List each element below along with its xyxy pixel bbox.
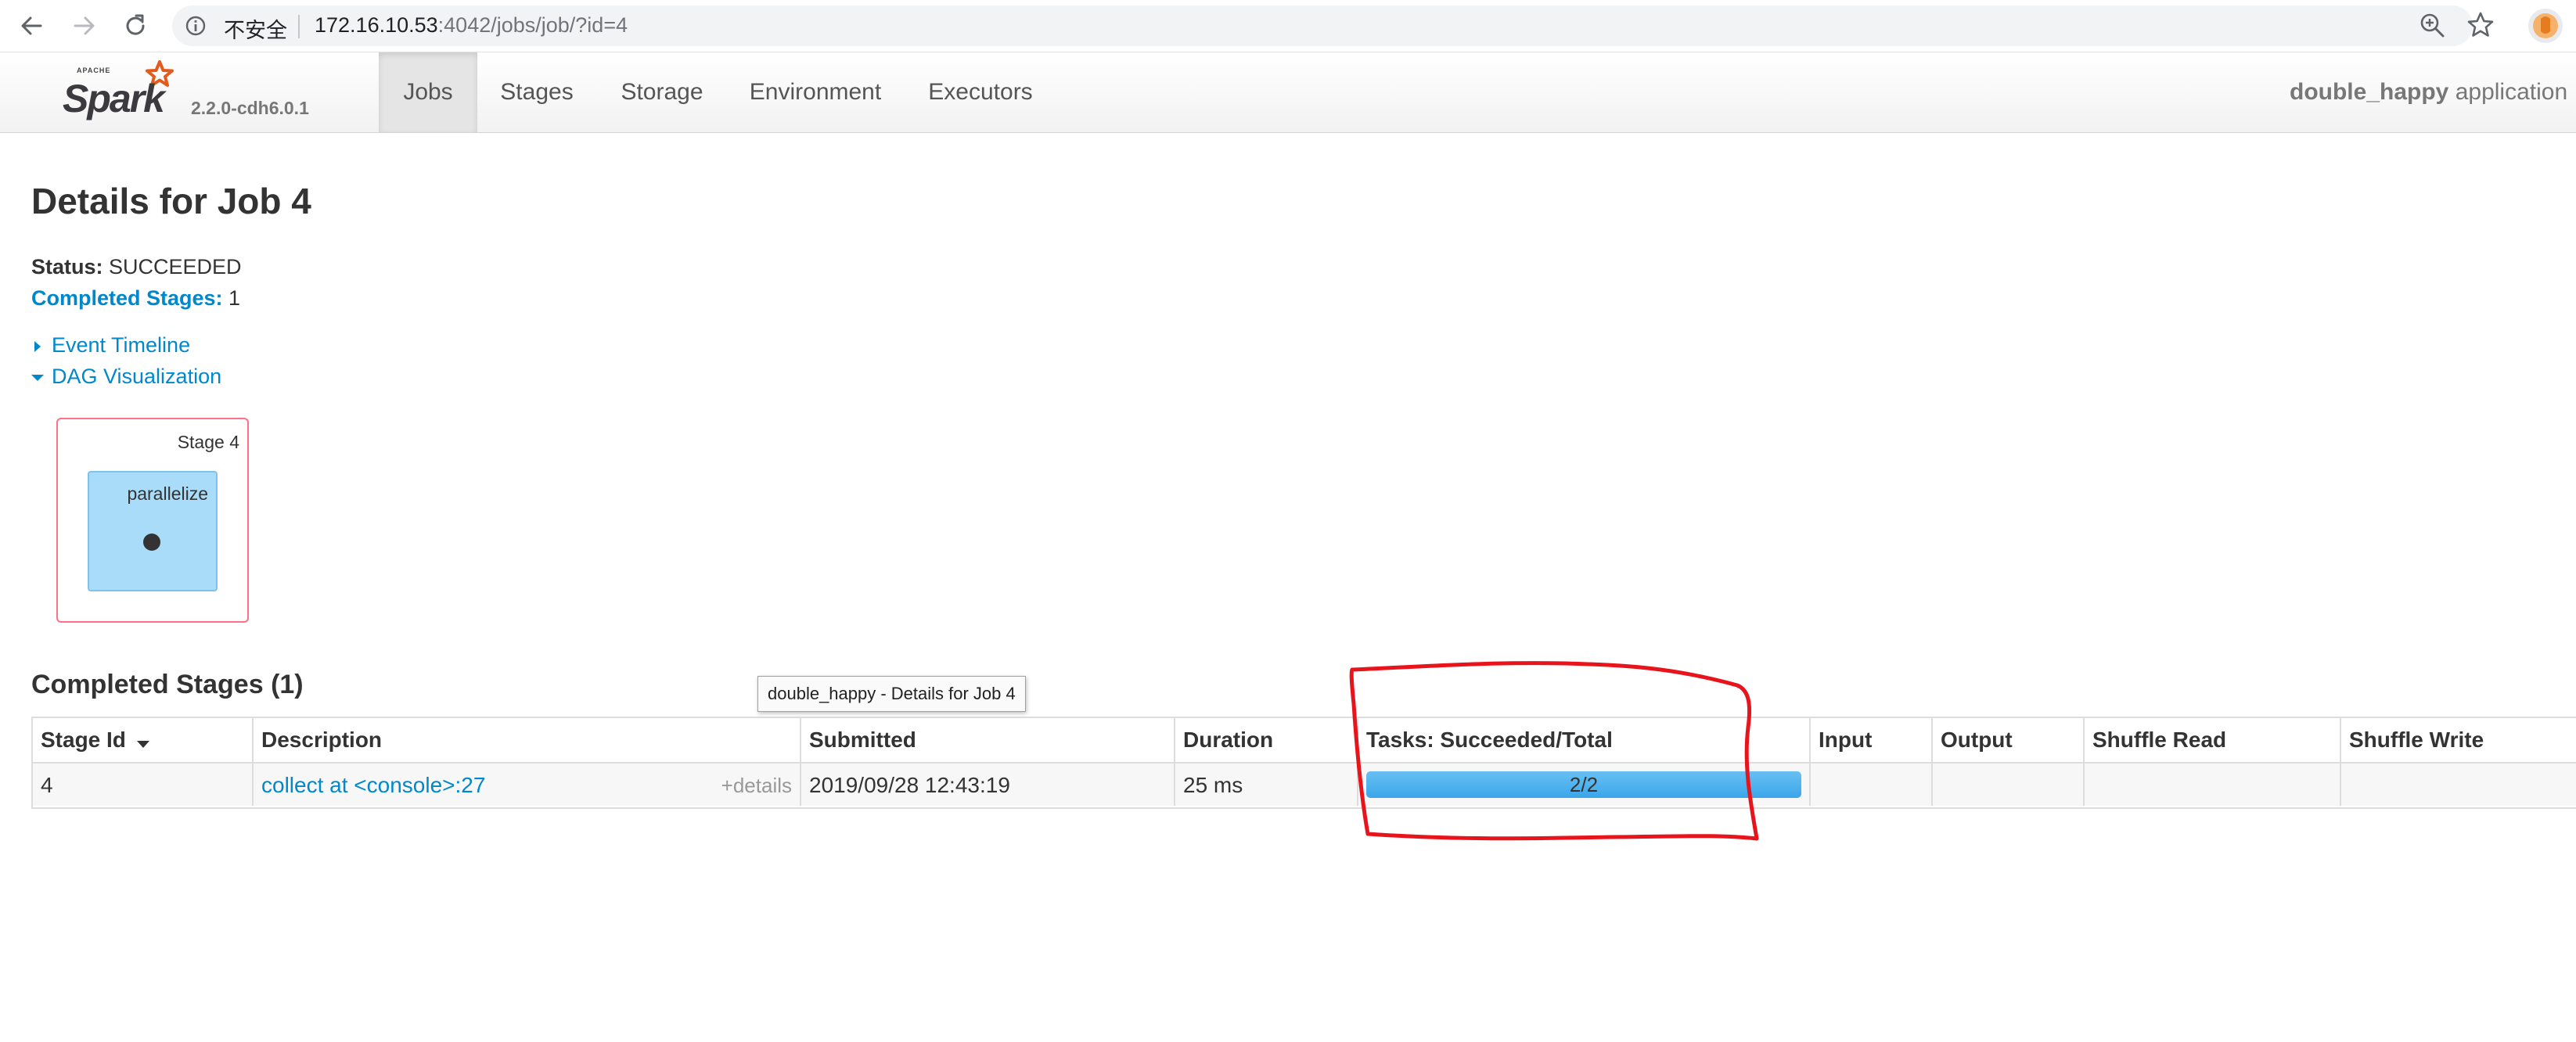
url-separator	[298, 15, 300, 38]
header-shuffle-write[interactable]: Shuffle Write	[2341, 718, 2576, 762]
dag-stage-label: Stage 4	[177, 432, 239, 452]
caret-right-icon	[31, 340, 44, 353]
caret-down-icon	[31, 372, 44, 384]
browser-toolbar: 不安全 172.16.10.53:4042/jobs/job/?id=4	[0, 0, 2576, 52]
job-status: Status: SUCCEEDED	[31, 255, 242, 279]
security-label: 不安全	[224, 19, 287, 42]
application-title: double_happy application	[2290, 52, 2567, 132]
forward-icon[interactable]	[64, 6, 103, 45]
status-value: SUCCEEDED	[103, 255, 242, 278]
cell-output	[1933, 762, 2085, 806]
header-output[interactable]: Output	[1933, 718, 2085, 762]
dag-visualization-label: DAG Visualization	[52, 365, 222, 388]
sort-descending-icon[interactable]	[136, 720, 149, 764]
header-shuffle-read[interactable]: Shuffle Read	[2085, 718, 2341, 762]
svg-text:Spark: Spark	[63, 77, 167, 120]
cell-shuffle-read	[2085, 762, 2341, 806]
dag-rdd-box[interactable]: parallelize	[88, 471, 218, 591]
event-timeline-label: Event Timeline	[52, 333, 191, 357]
completed-stages-title: Completed Stages (1)	[31, 670, 304, 699]
completed-stages-table: Stage Id Description Submitted Duration …	[31, 717, 2576, 809]
info-icon[interactable]	[185, 15, 207, 37]
dag-stage-box[interactable]: Stage 4 parallelize	[56, 418, 249, 623]
application-suffix: application	[2448, 79, 2568, 105]
tab-environment[interactable]: Environment	[728, 52, 903, 132]
tooltip: double_happy - Details for Job 4	[757, 676, 1026, 712]
url-host: 172.16.10.53	[315, 13, 438, 37]
completed-stages-link[interactable]: Completed Stages:	[31, 286, 223, 310]
header-submitted[interactable]: Submitted	[801, 718, 1175, 762]
spark-logo[interactable]: APACHE Spark	[59, 57, 192, 128]
cell-submitted: 2019/09/28 12:43:19	[801, 762, 1175, 806]
application-name: double_happy	[2290, 79, 2449, 105]
spark-navbar: APACHE Spark 2.2.0-cdh6.0.1 Jobs Stages …	[0, 52, 2576, 133]
dag-visualization-toggle[interactable]: DAG Visualization	[31, 365, 221, 389]
reload-icon[interactable]	[116, 6, 155, 45]
cell-stage-id: 4	[33, 762, 254, 806]
header-description[interactable]: Description	[254, 718, 801, 762]
address-bar[interactable]: 不安全 172.16.10.53:4042/jobs/job/?id=4	[172, 5, 2473, 46]
dag-rdd-label: parallelize	[127, 483, 208, 504]
tab-storage[interactable]: Storage	[596, 52, 728, 132]
svg-text:APACHE: APACHE	[77, 66, 110, 74]
url-path: :4042/jobs/job/?id=4	[437, 13, 628, 37]
back-icon[interactable]	[13, 6, 52, 45]
zoom-icon[interactable]	[2418, 11, 2446, 39]
tab-stages[interactable]: Stages	[477, 52, 596, 132]
header-stage-id-label: Stage Id	[41, 728, 126, 752]
spark-version: 2.2.0-cdh6.0.1	[191, 98, 309, 118]
tab-jobs[interactable]: Jobs	[379, 52, 477, 132]
cell-description: collect at <console>:27 +details	[254, 762, 801, 806]
profile-icon[interactable]	[2526, 6, 2565, 45]
completed-stages-summary: Completed Stages: 1	[31, 286, 240, 311]
page-title: Details for Job 4	[31, 181, 311, 221]
cell-shuffle-write	[2341, 762, 2576, 806]
event-timeline-toggle[interactable]: Event Timeline	[31, 333, 190, 358]
url-text[interactable]: 172.16.10.53:4042/jobs/job/?id=4	[315, 13, 628, 38]
completed-stages-count: 1	[222, 286, 241, 310]
details-toggle[interactable]: +details	[721, 764, 792, 807]
status-label: Status:	[31, 255, 103, 278]
tab-executors[interactable]: Executors	[903, 52, 1058, 132]
header-input[interactable]: Input	[1811, 718, 1933, 762]
stage-description-link[interactable]: collect at <console>:27	[261, 773, 485, 797]
header-stage-id[interactable]: Stage Id	[33, 718, 254, 762]
cell-input	[1811, 762, 1933, 806]
star-icon[interactable]	[2465, 9, 2496, 41]
red-circle-annotation	[1349, 661, 1759, 841]
dag-rdd-node[interactable]	[143, 534, 160, 551]
